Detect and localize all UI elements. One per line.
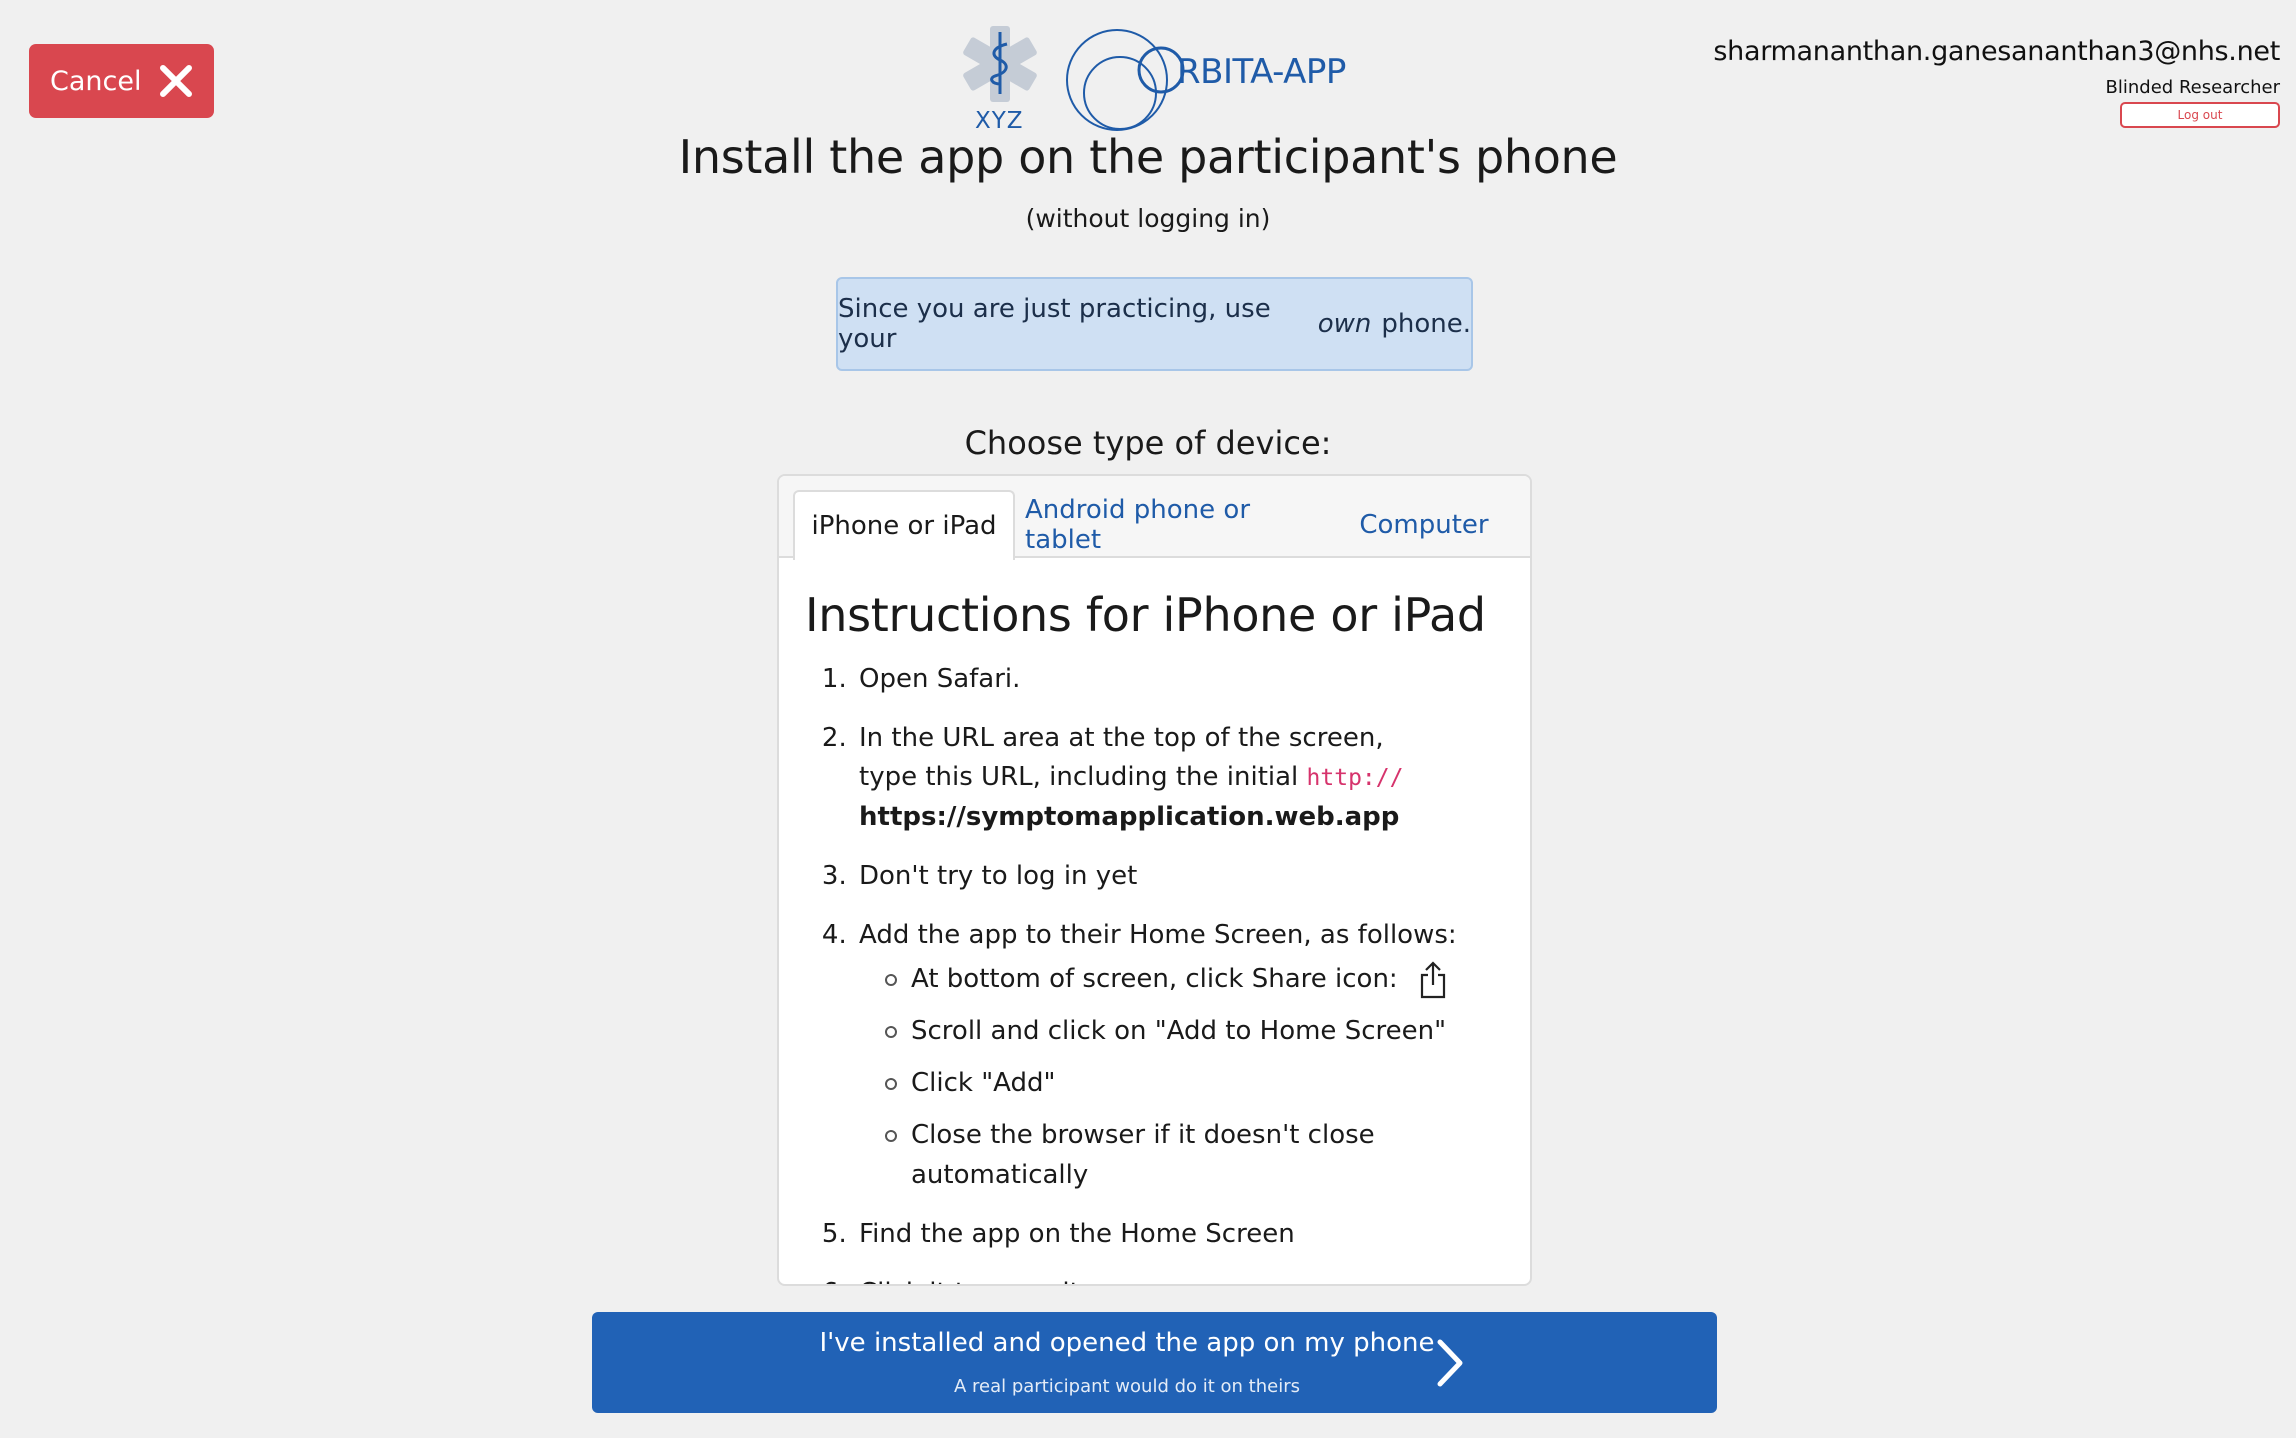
user-role: Blinded Researcher: [2105, 77, 2280, 98]
page-subtitle: (without logging in): [1025, 204, 1271, 233]
next-button-sublabel: A real participant would do it on theirs: [953, 1376, 1301, 1397]
tab-panel-iphone: Instructions for iPhone or iPad Open Saf…: [779, 560, 1530, 1284]
instructions-title: Instructions for iPhone or iPad: [805, 588, 1486, 642]
step-text: Add the app to their Home Screen, as fol…: [859, 920, 1457, 950]
tab-iphone-ipad[interactable]: iPhone or iPad: [793, 490, 1015, 560]
next-button-label: I've installed and opened the app on my …: [819, 1328, 1435, 1358]
substeps-list: At bottom of screen, click Share icon: S…: [859, 959, 1504, 1195]
device-tabs: iPhone or iPad Android phone or tablet C…: [779, 476, 1530, 560]
steps-list: Open Safari. In the URL area at the top …: [805, 660, 1504, 1284]
step-item: In the URL area at the top of the screen…: [855, 719, 1504, 837]
alert-text-before: Since you are just practicing, use your: [838, 294, 1271, 354]
orbit-logo-icon: [1066, 29, 1185, 131]
practice-alert: Since you are just practicing, use your …: [836, 277, 1473, 371]
device-chooser-label: Choose type of device:: [964, 424, 1332, 462]
app-logo: XYZ RBITA-APP: [955, 24, 1355, 136]
share-icon: [1420, 960, 1446, 998]
step-text: Open Safari.: [859, 664, 1021, 694]
close-icon: [160, 65, 192, 97]
step-text: type this URL, including the initial: [859, 762, 1299, 792]
step-text: In the URL area at the top of the screen…: [859, 723, 1384, 753]
substep-text: Scroll and click on "Add to Home Screen": [911, 1016, 1447, 1046]
star-of-life-icon: [963, 26, 1037, 102]
substep-item: Scroll and click on "Add to Home Screen": [885, 1011, 1504, 1051]
step-text: Click it to open it: [859, 1278, 1080, 1284]
alert-text-after: phone.: [1381, 309, 1471, 339]
cancel-button[interactable]: Cancel: [29, 44, 214, 118]
step-item: Don't try to log in yet: [855, 857, 1504, 896]
user-info: sharmananthan.ganesananthan3@nhs.net Bli…: [1713, 36, 2280, 128]
substep-text: Click "Add": [911, 1068, 1056, 1098]
substep-item: Click "Add": [885, 1063, 1504, 1103]
substep-text: Close the browser if it doesn't close au…: [911, 1120, 1375, 1190]
step-item: Click it to open it: [855, 1274, 1504, 1284]
chevron-right-icon: [1437, 1339, 1463, 1387]
step-text: Don't try to log in yet: [859, 861, 1138, 891]
page-title: Install the app on the participant's pho…: [678, 130, 1618, 184]
substep-item: Close the browser if it doesn't close au…: [885, 1115, 1504, 1195]
app-url: https://symptomapplication.web.app: [859, 802, 1400, 832]
step-item: Add the app to their Home Screen, as fol…: [855, 916, 1504, 1195]
device-instructions-card: iPhone or iPad Android phone or tablet C…: [777, 474, 1532, 1286]
cancel-label: Cancel: [50, 65, 142, 97]
substep-item: At bottom of screen, click Share icon:: [885, 959, 1504, 999]
step-text: Find the app on the Home Screen: [859, 1219, 1295, 1249]
tab-android[interactable]: Android phone or tablet: [1025, 490, 1317, 560]
url-prefix-code: http://: [1306, 765, 1404, 791]
tab-computer[interactable]: Computer: [1327, 490, 1521, 560]
alert-emphasis: own: [1317, 309, 1372, 339]
app-name: RBITA-APP: [1177, 52, 1346, 92]
step-item: Open Safari.: [855, 660, 1504, 699]
step-item: Find the app on the Home Screen: [855, 1215, 1504, 1254]
installed-next-button[interactable]: I've installed and opened the app on my …: [592, 1312, 1717, 1413]
user-email: sharmananthan.ganesananthan3@nhs.net: [1713, 36, 2280, 67]
substep-text: At bottom of screen, click Share icon:: [911, 964, 1398, 994]
logout-button[interactable]: Log out: [2120, 102, 2280, 128]
